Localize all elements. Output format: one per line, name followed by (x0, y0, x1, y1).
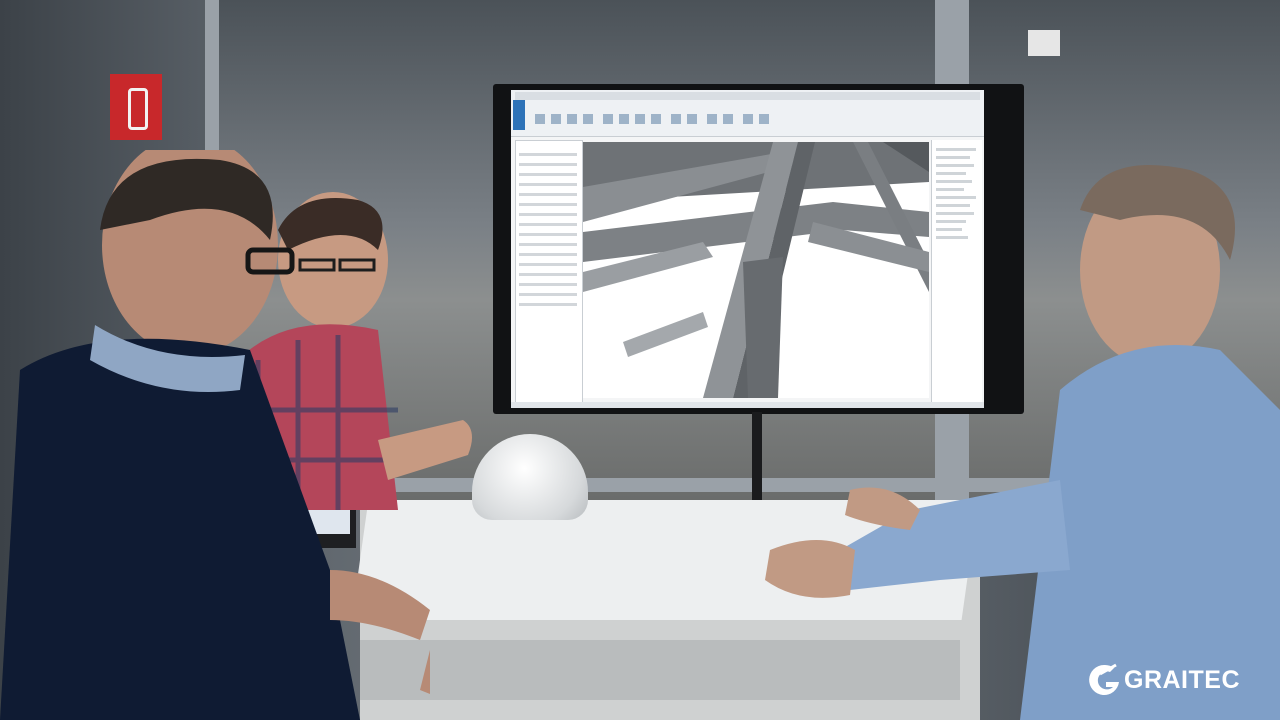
graitec-logo: GRAITEC (1086, 660, 1240, 700)
logo-wordmark: GRAITEC (1124, 665, 1240, 694)
man-in-light-blue-shirt (765, 165, 1280, 720)
man-in-navy-sweater (0, 150, 430, 720)
barcode-label (1028, 30, 1060, 56)
fire-extinguisher-sign (110, 74, 162, 140)
software-ribbon (511, 90, 984, 137)
properties-panel (515, 140, 583, 404)
graitec-g-icon (1089, 663, 1119, 695)
photo-scene: GRAITEC (0, 0, 1280, 720)
